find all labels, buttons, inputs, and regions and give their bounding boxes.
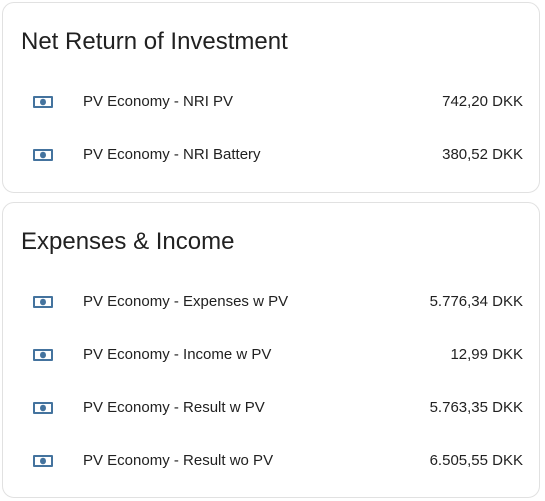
card-title: Net Return of Investment xyxy=(21,28,288,55)
entity-label: PV Economy - NRI Battery xyxy=(83,146,261,163)
entity-label: PV Economy - Income w PV xyxy=(83,346,272,363)
entity-row-result-wo-pv[interactable]: PV Economy - Result wo PV 6.505,55 DKK xyxy=(3,441,539,481)
cash-icon xyxy=(33,349,53,361)
expenses-income-card: Expenses & Income PV Economy - Expenses … xyxy=(2,202,540,498)
entity-row-income-w-pv[interactable]: PV Economy - Income w PV 12,99 DKK xyxy=(3,335,539,375)
entity-value: 6.505,55 DKK xyxy=(429,452,523,469)
nri-card: Net Return of Investment PV Economy - NR… xyxy=(2,2,540,193)
cash-icon xyxy=(33,455,53,467)
entity-row-result-w-pv[interactable]: PV Economy - Result w PV 5.763,35 DKK xyxy=(3,388,539,428)
entity-label: PV Economy - Result wo PV xyxy=(83,452,274,469)
entity-label: PV Economy - NRI PV xyxy=(83,93,234,110)
card-title: Expenses & Income xyxy=(21,228,235,255)
entity-value: 380,52 DKK xyxy=(442,146,523,163)
cash-icon xyxy=(33,96,53,108)
entity-value: 12,99 DKK xyxy=(450,346,523,363)
entity-value: 742,20 DKK xyxy=(442,93,523,110)
entity-value: 5.763,35 DKK xyxy=(429,399,523,416)
cash-icon xyxy=(33,296,53,308)
entity-value: 5.776,34 DKK xyxy=(429,293,523,310)
entity-row-nri-battery[interactable]: PV Economy - NRI Battery 380,52 DKK xyxy=(3,135,539,175)
entity-row-expenses-w-pv[interactable]: PV Economy - Expenses w PV 5.776,34 DKK xyxy=(3,282,539,322)
entity-row-nri-pv[interactable]: PV Economy - NRI PV 742,20 DKK xyxy=(3,82,539,122)
cash-icon xyxy=(33,402,53,414)
entity-label: PV Economy - Expenses w PV xyxy=(83,293,289,310)
entity-label: PV Economy - Result w PV xyxy=(83,399,265,416)
cash-icon xyxy=(33,149,53,161)
